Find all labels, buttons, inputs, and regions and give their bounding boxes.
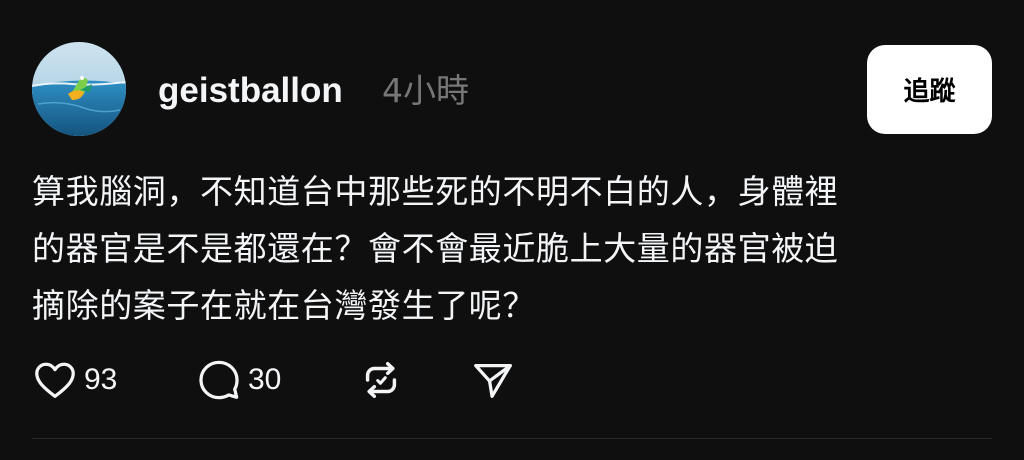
heart-icon	[35, 362, 75, 398]
reply-button[interactable]: 30	[196, 356, 281, 404]
reply-count: 30	[248, 363, 282, 396]
avatar-image	[32, 42, 126, 136]
repost-icon	[365, 361, 397, 399]
comment-icon	[199, 360, 239, 400]
like-count: 93	[84, 363, 118, 396]
follow-button[interactable]: 追蹤	[867, 45, 992, 134]
repost-button[interactable]	[358, 356, 404, 404]
post-text-line: 摘除的案子在就在台灣發生了呢？	[32, 286, 536, 325]
thread-post: geistballon 4小時 追蹤 算我腦洞，不知道台中那些死的不明不白的人，…	[0, 0, 1024, 460]
post-text: 算我腦洞，不知道台中那些死的不明不白的人，身體裡 的器官是不是都還在？會不會最近…	[32, 163, 992, 334]
like-button[interactable]: 93	[32, 356, 117, 404]
avatar[interactable]	[32, 42, 126, 136]
post-text-line: 算我腦洞，不知道台中那些死的不明不白的人，身體裡	[32, 172, 839, 211]
share-button[interactable]	[470, 356, 516, 404]
timestamp: 4小時	[382, 71, 469, 110]
username[interactable]: geistballon	[158, 70, 343, 112]
send-icon	[474, 363, 512, 398]
post-text-line: 的器官是不是都還在？會不會最近脆上大量的器官被迫	[32, 229, 839, 268]
divider	[32, 438, 992, 439]
